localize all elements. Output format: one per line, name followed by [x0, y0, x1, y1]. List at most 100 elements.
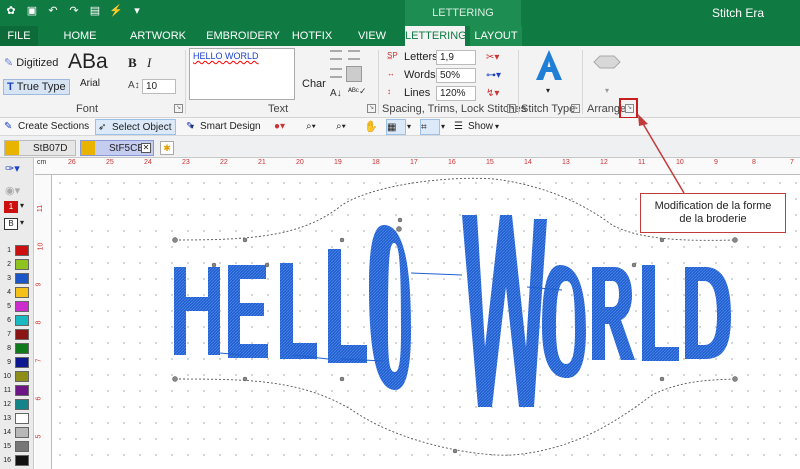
arrange-dropdown-icon[interactable]: ▾ — [605, 86, 609, 95]
text-dialog-launcher[interactable]: ↘ — [367, 104, 376, 113]
font-dialog-launcher[interactable]: ↘ — [174, 104, 183, 113]
palette-swatch[interactable] — [15, 441, 29, 452]
tie-off-icon[interactable]: ↯▾ — [486, 88, 502, 104]
tab-home[interactable]: HOME — [52, 26, 108, 46]
palette-color-11[interactable]: 11 — [3, 384, 31, 397]
palette-swatch[interactable] — [15, 399, 29, 410]
snap-icon[interactable]: ⌗ — [420, 119, 440, 135]
font-size-field[interactable]: 10 — [142, 79, 176, 94]
smart-design-button[interactable]: ✎ Smart Design — [184, 119, 261, 135]
current-color-swatch[interactable]: 1 — [4, 201, 18, 213]
envelope-bottom-curve[interactable] — [174, 378, 736, 456]
tab-layout[interactable]: LAYOUT — [470, 26, 522, 46]
background-dropdown-icon[interactable]: ▾ — [20, 218, 24, 227]
palette-swatch[interactable] — [15, 385, 29, 396]
trims-icon[interactable]: ✂▾ — [486, 52, 502, 68]
undo-icon[interactable]: ↶ — [46, 4, 60, 18]
stitch-icon[interactable]: ▤ — [88, 4, 102, 18]
background-toggle[interactable]: B — [4, 218, 18, 230]
align-left-icon[interactable] — [330, 50, 342, 60]
palette-swatch[interactable] — [15, 287, 29, 298]
tab-file[interactable]: FILE — [0, 26, 38, 46]
palette-color-10[interactable]: 10 — [3, 370, 31, 383]
new-document-icon[interactable]: ✱ — [160, 141, 174, 155]
words-field[interactable]: 50% — [436, 68, 476, 83]
lock-stitch-icon[interactable]: ⊶▾ — [486, 70, 502, 86]
close-icon[interactable]: ✕ — [141, 143, 151, 153]
palette-swatch[interactable] — [15, 343, 29, 354]
justify-icon[interactable] — [346, 66, 362, 82]
hand-pan-icon[interactable]: ✋ — [364, 119, 378, 135]
pin-icon[interactable]: ●▾ — [274, 119, 285, 135]
snap-dropdown[interactable]: ▾ — [441, 119, 445, 135]
select-object-button[interactable]: ➶ Select Object — [95, 119, 177, 135]
spellcheck-icon[interactable]: ᴬᴮᶜ✓ — [348, 86, 367, 102]
show-button[interactable]: ☰ Show — [452, 119, 493, 135]
tab-lettering[interactable]: LETTERING — [405, 26, 467, 46]
palette-color-13[interactable]: 13 — [3, 412, 31, 425]
needle-tool-icon[interactable]: ✑▾ — [5, 162, 20, 175]
palette-color-15[interactable]: 15 — [3, 440, 31, 453]
grid-icon[interactable]: ▦ — [386, 119, 406, 135]
spacing-dialog-launcher[interactable]: ↘ — [507, 104, 516, 113]
palette-swatch[interactable] — [15, 273, 29, 284]
palette-color-5[interactable]: 5 — [3, 300, 31, 313]
bold-button[interactable]: B — [128, 55, 137, 71]
align-center-icon[interactable] — [348, 50, 360, 60]
palette-swatch[interactable] — [15, 357, 29, 368]
palette-color-3[interactable]: 3 — [3, 272, 31, 285]
palette-color-7[interactable]: 7 — [3, 328, 31, 341]
palette-swatch[interactable] — [15, 413, 29, 424]
palette-swatch[interactable] — [15, 427, 29, 438]
stitch-type-icon[interactable] — [532, 48, 566, 82]
align-right-icon[interactable] — [330, 68, 342, 78]
text-input-box[interactable]: HELLO WORLD — [189, 48, 295, 100]
grid-dropdown[interactable]: ▾ — [407, 119, 411, 135]
color-dropdown-icon[interactable]: ▾ — [20, 201, 24, 210]
palette-swatch[interactable] — [15, 259, 29, 270]
redo-icon[interactable]: ↷ — [67, 4, 81, 18]
italic-button[interactable]: I — [147, 55, 151, 71]
palette-color-14[interactable]: 14 — [3, 426, 31, 439]
case-icon[interactable]: A↓ — [330, 88, 346, 104]
color-picker-icon[interactable]: ◉▾ — [5, 184, 20, 197]
arrange-shape-icon[interactable] — [592, 54, 622, 70]
palette-swatch[interactable] — [15, 455, 29, 466]
palette-swatch[interactable] — [15, 245, 29, 256]
zoom-box-icon[interactable]: ⌕▾ — [336, 119, 346, 135]
lines-field[interactable]: 120% — [436, 86, 476, 101]
palette-swatch[interactable] — [15, 301, 29, 312]
show-dropdown[interactable]: ▾ — [495, 119, 499, 135]
stitch-type-dialog-launcher[interactable]: ↘ — [571, 104, 580, 113]
palette-swatch[interactable] — [15, 329, 29, 340]
truetype-button[interactable]: T True Type — [3, 79, 70, 95]
palette-color-16[interactable]: 16 — [3, 454, 31, 467]
tab-embroidery[interactable]: EMBROIDERY — [200, 26, 286, 46]
save-icon[interactable]: ▣ — [25, 4, 39, 18]
font-preview[interactable]: ABa — [68, 50, 108, 74]
lightning-icon[interactable]: ⚡ — [109, 4, 123, 18]
doc-tab-stb07d[interactable]: StB07D — [4, 140, 76, 156]
palette-color-1[interactable]: 1 — [3, 244, 31, 257]
palette-swatch[interactable] — [15, 371, 29, 382]
palette-color-9[interactable]: 9 — [3, 356, 31, 369]
palette-swatch[interactable] — [15, 315, 29, 326]
palette-color-8[interactable]: 8 — [3, 342, 31, 355]
tab-hotfix[interactable]: HOTFIX — [286, 26, 338, 46]
palette-color-12[interactable]: 12 — [3, 398, 31, 411]
palette-color-4[interactable]: 4 — [3, 286, 31, 299]
tab-view[interactable]: VIEW — [346, 26, 398, 46]
zoom-icon[interactable]: ⌕▾ — [306, 119, 316, 135]
doc-tab-stf5cb[interactable]: StF5CB ✕ — [80, 140, 154, 156]
digitized-button[interactable]: ✎ Digitized — [4, 56, 58, 70]
char-button[interactable]: Char — [302, 78, 326, 90]
stitch-type-dropdown-icon[interactable]: ▾ — [546, 86, 550, 95]
palette-color-2[interactable]: 2 — [3, 258, 31, 271]
tab-artwork[interactable]: ARTWORK — [122, 26, 194, 46]
font-name[interactable]: Arial — [80, 78, 100, 89]
customize-qat-icon[interactable]: ▾ — [130, 4, 144, 18]
palette-color-6[interactable]: 6 — [3, 314, 31, 327]
stitched-letters[interactable] — [174, 215, 731, 407]
create-sections-button[interactable]: ✎ Create Sections — [2, 119, 89, 135]
letters-field[interactable]: 1,9 — [436, 50, 476, 65]
